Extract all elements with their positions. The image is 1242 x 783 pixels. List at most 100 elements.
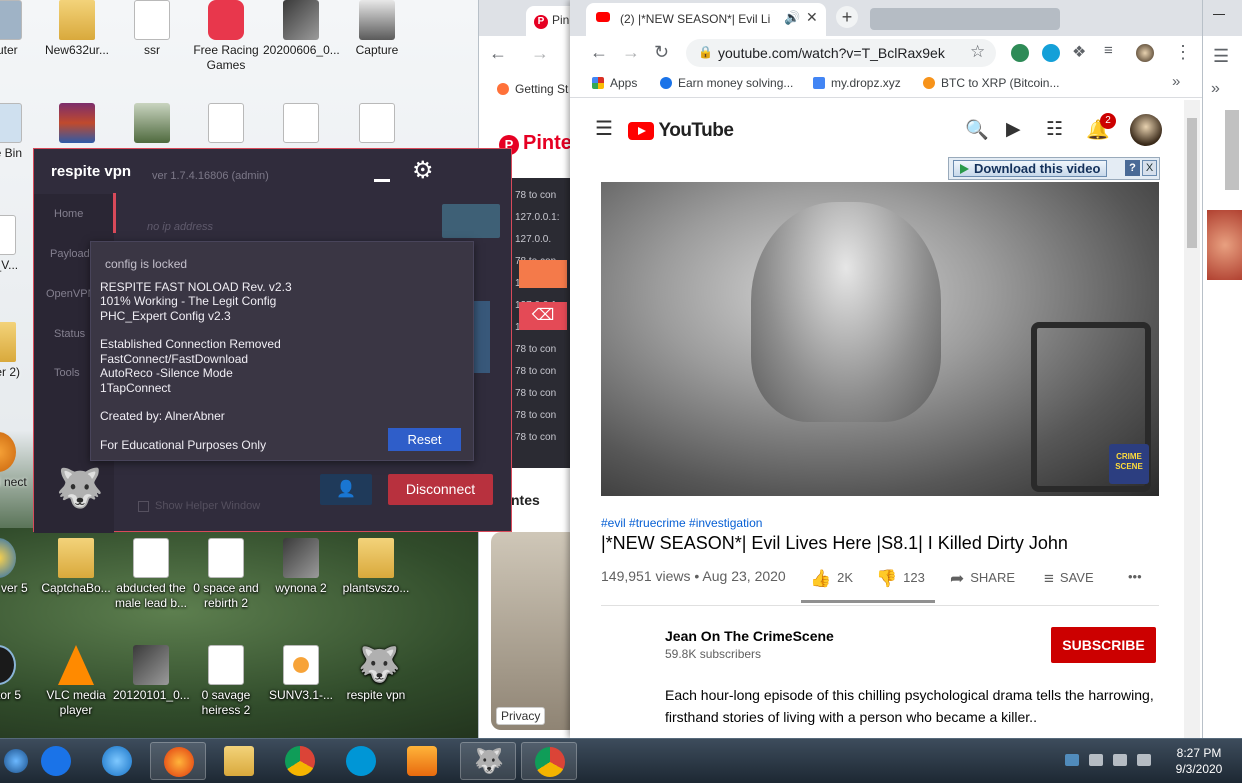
scroll-thumb[interactable] bbox=[1187, 118, 1197, 248]
more-vertical-icon[interactable]: ⋮ bbox=[1174, 42, 1192, 63]
bookmark-getting-started[interactable]: Getting St bbox=[497, 82, 568, 96]
signal-tray-icon[interactable] bbox=[1089, 754, 1103, 766]
page-scrollbar[interactable] bbox=[1184, 100, 1200, 738]
forward-arrow-icon[interactable]: → bbox=[622, 42, 640, 63]
tab-youtube[interactable]: (2) |*NEW SEASON*| Evil Live 🔊 ✕ bbox=[586, 3, 826, 36]
disconnect-button[interactable]: Disconnect bbox=[388, 474, 493, 505]
desktop-icon-video-20200606[interactable]: 20200606_0... bbox=[263, 0, 340, 58]
network-tray-icon[interactable] bbox=[1065, 754, 1079, 766]
help-button[interactable]: ? bbox=[1125, 160, 1140, 176]
system-clock[interactable]: 8:27 PM 9/3/2020 bbox=[1168, 745, 1230, 777]
back-arrow-icon[interactable]: ← bbox=[590, 42, 608, 63]
close-tab-icon[interactable]: ✕ bbox=[806, 9, 818, 26]
taskbar-app-hp[interactable] bbox=[333, 742, 389, 780]
bookmark-star-icon[interactable]: ☆ bbox=[970, 42, 985, 62]
create-video-icon[interactable]: ▶ bbox=[1006, 118, 1021, 141]
tab-background[interactable] bbox=[870, 8, 1060, 30]
youtube-logo[interactable]: YouTube bbox=[628, 120, 734, 142]
taskbar-app-media[interactable] bbox=[394, 742, 450, 780]
forward-arrow-icon[interactable]: → bbox=[531, 43, 549, 64]
taskbar-app-six[interactable] bbox=[28, 742, 84, 780]
pin-image[interactable] bbox=[491, 532, 579, 730]
desktop-icon-capture[interactable]: Capture bbox=[339, 0, 415, 58]
desktop-icon-video-20120101[interactable]: 20120101_0... bbox=[113, 645, 190, 703]
desktop-icon-image[interactable] bbox=[114, 103, 190, 146]
bookmark-earn-money[interactable]: Earn money solving... bbox=[660, 76, 793, 90]
privacy-link[interactable]: Privacy bbox=[496, 707, 546, 725]
desktop-icon-winrar[interactable] bbox=[39, 103, 115, 146]
hamburger-menu-icon[interactable]: ☰ bbox=[595, 116, 613, 141]
desktop-icon-computer[interactable]: puter bbox=[0, 0, 42, 58]
desktop-icon-doc-c[interactable] bbox=[339, 103, 415, 146]
desktop-icon-wynona[interactable]: wynona 2 bbox=[263, 538, 339, 596]
sidebar-item-payload[interactable]: Payload bbox=[50, 248, 90, 260]
desktop-icon-doc-b[interactable] bbox=[263, 103, 339, 146]
desktop-icon-sunv3[interactable]: SUNV3.1-... bbox=[263, 645, 339, 703]
show-helper-checkbox[interactable]: Show Helper Window bbox=[138, 500, 260, 512]
menu-icon[interactable]: ☰ bbox=[1213, 46, 1229, 67]
back-arrow-icon[interactable]: ← bbox=[489, 43, 507, 64]
minimize-icon[interactable] bbox=[374, 179, 390, 182]
eraser-button[interactable]: ⌫ bbox=[519, 302, 567, 330]
desktop-icon-new632[interactable]: New632ur... bbox=[39, 0, 115, 58]
close-download-bar-button[interactable]: X bbox=[1142, 160, 1157, 176]
video-hashtags[interactable]: #evil #truecrime #investigation bbox=[601, 516, 762, 530]
sidebar-item-tools[interactable]: Tools bbox=[54, 367, 80, 379]
desktop-icon-space-rebirth[interactable]: 0 space and rebirth 2 bbox=[188, 538, 264, 611]
taskbar-app-chrome[interactable] bbox=[272, 742, 328, 780]
desktop-icon-hvpn[interactable]: hVPN nect bbox=[0, 432, 36, 490]
desktop-icon-respite-vpn[interactable]: 🐺 respite vpn bbox=[338, 645, 414, 703]
chrome-youtube-window[interactable]: (2) |*NEW SEASON*| Evil Live 🔊 ✕ + ← → ↻… bbox=[570, 0, 1202, 738]
desktop-icon-folder-2[interactable]: folder 2) bbox=[0, 322, 36, 380]
taskbar-app-explorer[interactable] bbox=[211, 742, 267, 780]
chevron-more-icon[interactable]: » bbox=[1211, 80, 1220, 98]
bookmark-apps[interactable]: Apps bbox=[592, 76, 637, 90]
url-omnibox[interactable]: 🔒 youtube.com/watch?v=T_BclRax9ek ☆ bbox=[686, 39, 996, 67]
desktop-icon-savage-heiress[interactable]: 0 savage heiress 2 bbox=[188, 645, 264, 718]
right-browser-window[interactable]: ☰ » bbox=[1202, 0, 1242, 738]
desktop-icon-projector[interactable]: ojector 5 bbox=[0, 645, 36, 703]
gear-icon[interactable]: ⚙ bbox=[412, 159, 434, 183]
taskbar-app-chrome-active[interactable] bbox=[521, 742, 577, 780]
desktop-icon-free-racing-games[interactable]: Free Racing Games bbox=[188, 0, 264, 73]
apps-grid-icon[interactable]: ☷ bbox=[1046, 118, 1063, 141]
checkbox-icon[interactable] bbox=[138, 500, 149, 512]
extension-globe-icon[interactable] bbox=[1011, 44, 1029, 62]
subscribe-button[interactable]: SUBSCRIBE bbox=[1051, 627, 1156, 663]
avatar[interactable] bbox=[1130, 114, 1162, 146]
dislike-button[interactable]: 👎 123 bbox=[876, 569, 925, 589]
search-icon[interactable]: 🔍 bbox=[965, 118, 989, 142]
chevron-more-icon[interactable]: » bbox=[1172, 73, 1180, 90]
media-queue-icon[interactable]: ≡ bbox=[1104, 42, 1113, 59]
extensions-puzzle-icon[interactable]: ❖ bbox=[1072, 42, 1086, 62]
desktop-icon-ssr[interactable]: ssr bbox=[114, 0, 190, 58]
sidebar-item-home[interactable]: Home bbox=[54, 208, 83, 220]
reset-button[interactable]: Reset bbox=[388, 428, 461, 451]
download-video-button[interactable]: Download this video bbox=[953, 160, 1108, 177]
more-actions-button[interactable]: ••• bbox=[1128, 569, 1142, 584]
volume-tray-icon[interactable] bbox=[1137, 754, 1151, 766]
desktop-icon-captchabot[interactable]: CaptchaBo... bbox=[38, 538, 114, 596]
refresh-button[interactable] bbox=[519, 260, 567, 288]
scroll-thumb[interactable] bbox=[1225, 110, 1239, 190]
video-player[interactable]: CRIME SCENE bbox=[601, 182, 1159, 496]
bookmark-dropz[interactable]: my.dropz.xyz bbox=[813, 76, 901, 90]
save-button[interactable]: ≡ SAVE bbox=[1044, 569, 1094, 589]
user-button[interactable]: 👤 bbox=[320, 474, 372, 505]
url-text[interactable]: youtube.com/watch?v=T_BclRax9ek bbox=[718, 45, 945, 61]
desktop-icon-dvdfab[interactable]: DFab ver 5 bbox=[0, 538, 36, 596]
extension-sync-icon[interactable] bbox=[1042, 44, 1060, 62]
taskbar-app-ie[interactable] bbox=[89, 742, 145, 780]
desktop-icon-abducted[interactable]: abducted the male lead b... bbox=[113, 538, 189, 611]
minimize-icon[interactable] bbox=[1213, 14, 1225, 15]
taskbar-app-firefox[interactable] bbox=[150, 742, 206, 780]
new-tab-button[interactable]: + bbox=[836, 6, 858, 28]
desktop-icon-ad-v[interactable]: AD_V... bbox=[0, 215, 36, 273]
scroll-panel[interactable] bbox=[474, 301, 490, 373]
desktop-icon-vlc[interactable]: VLC media player bbox=[38, 645, 114, 718]
sidebar-item-openvpn[interactable]: OpenVPN bbox=[46, 288, 96, 300]
battery-tray-icon[interactable] bbox=[1113, 754, 1127, 766]
page-image[interactable] bbox=[1207, 210, 1242, 280]
reload-icon[interactable]: ↻ bbox=[654, 42, 669, 63]
like-button[interactable]: 👍 2K bbox=[810, 569, 853, 589]
